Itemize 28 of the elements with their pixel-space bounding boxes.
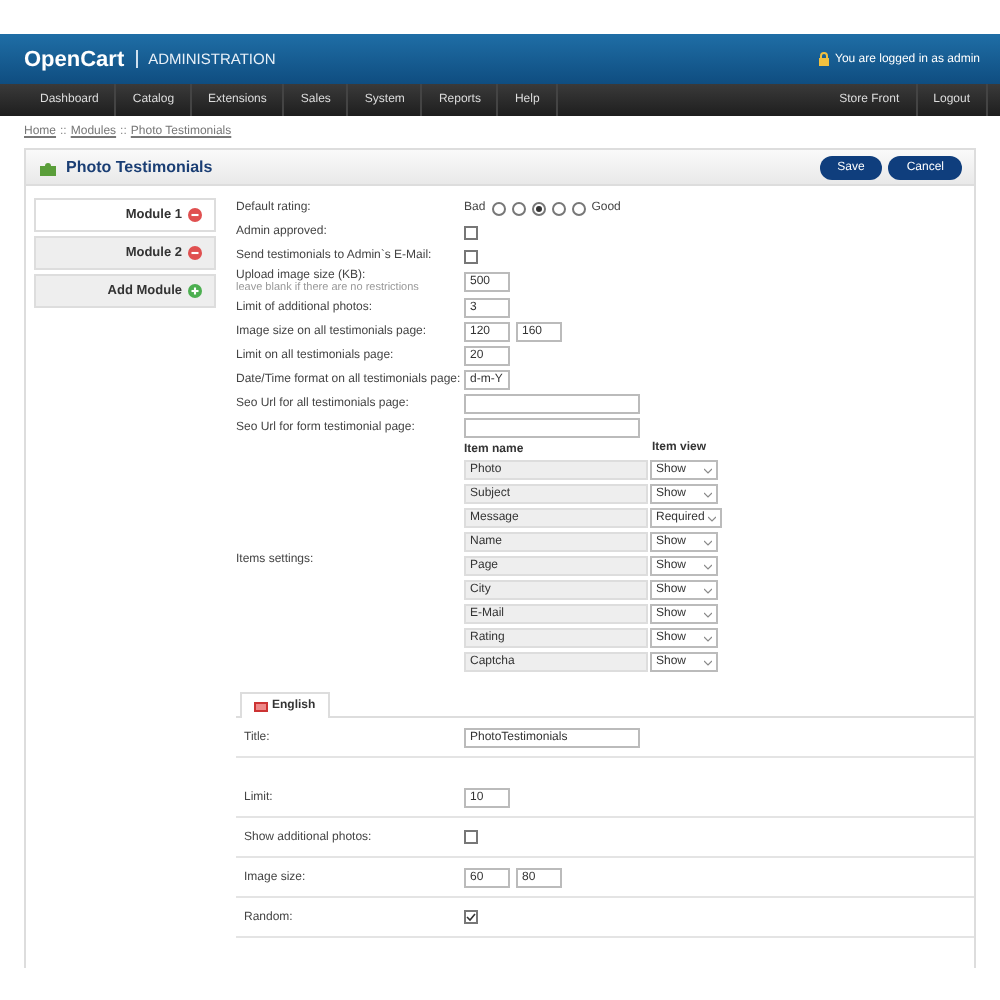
checkbox[interactable] <box>464 830 478 844</box>
chevron-down-icon <box>704 539 712 545</box>
chevron-down-icon <box>704 563 712 569</box>
logo: OpenCart <box>24 47 125 71</box>
radio-button[interactable] <box>571 201 586 215</box>
remove-icon <box>188 208 202 222</box>
text-field[interactable] <box>464 394 640 414</box>
flag-icon <box>254 701 268 711</box>
radio-button[interactable] <box>551 201 566 215</box>
chevron-down-icon <box>704 587 712 593</box>
remove-icon <box>188 246 202 260</box>
checkbox[interactable] <box>464 225 478 239</box>
puzzle-icon <box>38 157 58 177</box>
radio-button[interactable] <box>531 201 546 215</box>
text-field[interactable] <box>464 418 640 438</box>
chevron-down-icon <box>704 491 712 497</box>
chevron-down-icon <box>708 515 717 521</box>
chevron-down-icon <box>704 635 712 641</box>
radio-button[interactable] <box>511 201 526 215</box>
page-title: Photo Testimonials <box>66 158 213 176</box>
chevron-down-icon <box>704 467 712 473</box>
checkbox[interactable] <box>464 249 478 263</box>
checkbox[interactable] <box>464 910 478 924</box>
chevron-down-icon <box>704 659 712 665</box>
radio-button[interactable] <box>491 201 506 215</box>
add-icon <box>188 284 202 298</box>
lock-icon <box>817 52 829 66</box>
chevron-down-icon <box>704 611 712 617</box>
